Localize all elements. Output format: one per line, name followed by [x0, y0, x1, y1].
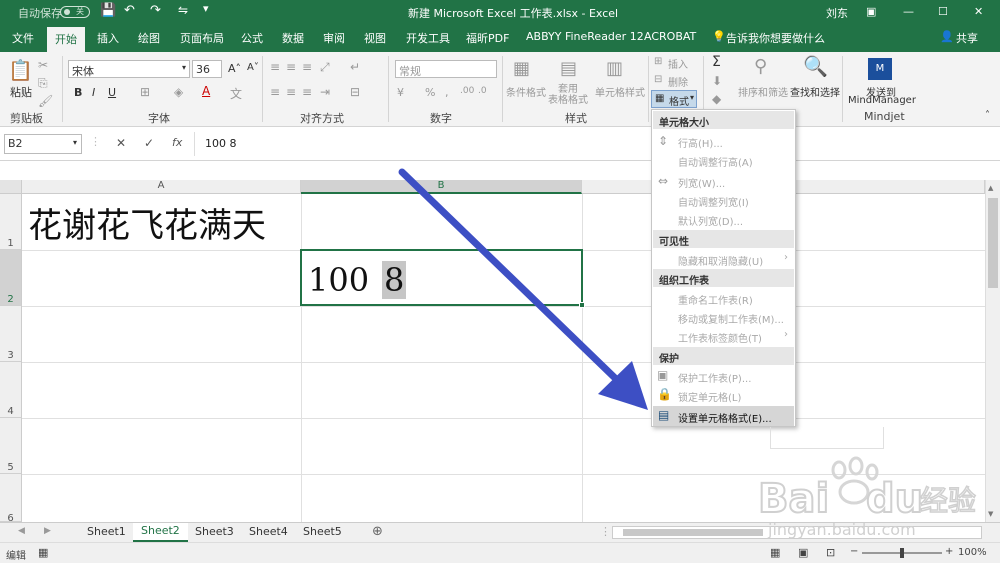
zoom-out-icon[interactable]: − [850, 546, 858, 557]
sheet-tab-5[interactable]: Sheet5 [303, 525, 342, 538]
status-bar: 编辑 ▦ ▦ ▣ ⊡ − + 100% [0, 542, 1000, 563]
normal-view-icon[interactable]: ▦ [770, 546, 780, 559]
zoom-level[interactable]: 100% [958, 547, 987, 558]
sheet-tab-4[interactable]: Sheet4 [249, 525, 288, 538]
mode-indicator: 编辑 [6, 551, 26, 562]
zoom-slider[interactable] [862, 548, 942, 558]
sheet-tab-2[interactable]: Sheet2 [133, 523, 188, 542]
sheet-tab-1[interactable]: Sheet1 [87, 525, 126, 538]
horizontal-scroll-thumb[interactable] [623, 529, 763, 536]
zoom-slider-thumb[interactable] [900, 548, 904, 558]
sheet-tab-bar: ◀ ▶ Sheet1 Sheet2 Sheet3 Sheet4 Sheet5 ⊕… [0, 522, 1000, 542]
sheet-tab-3[interactable]: Sheet3 [195, 525, 234, 538]
annotation-arrow-icon [398, 168, 648, 410]
add-sheet-icon[interactable]: ⊕ [372, 524, 383, 539]
horizontal-scrollbar[interactable] [612, 526, 982, 539]
prev-sheet-icon[interactable]: ◀ [18, 526, 25, 536]
next-sheet-icon[interactable]: ▶ [44, 526, 51, 536]
macro-record-icon[interactable]: ▦ [38, 546, 48, 559]
zoom-in-icon[interactable]: + [945, 546, 953, 557]
page-layout-view-icon[interactable]: ▣ [798, 546, 808, 559]
dots-icon: ⋮ [600, 525, 611, 538]
page-break-view-icon[interactable]: ⊡ [826, 546, 835, 559]
